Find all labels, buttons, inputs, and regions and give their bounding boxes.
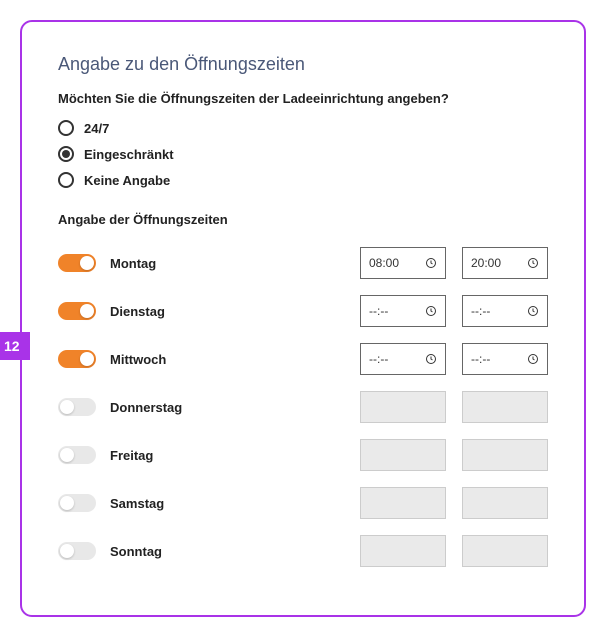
time-inputs: 08:00 20:00: [360, 247, 548, 279]
day-row: Montag 08:00 20:00: [58, 247, 548, 279]
hours-subheading: Angabe der Öffnungszeiten: [58, 212, 548, 227]
opening-hours-panel: 12 Angabe zu den Öffnungszeiten Möchten …: [20, 20, 586, 617]
time-input-to: [462, 487, 548, 519]
toggle-knob: [80, 352, 94, 366]
toggle-knob: [60, 496, 74, 510]
day-label: Samstag: [110, 496, 200, 511]
toggle-knob: [80, 256, 94, 270]
time-input-to[interactable]: --:--: [462, 295, 548, 327]
days-list: Montag08:0020:00Dienstag--:----:--Mittwo…: [58, 247, 548, 567]
time-input-to: [462, 535, 548, 567]
day-label: Mittwoch: [110, 352, 200, 367]
time-inputs: --:-- --:--: [360, 295, 548, 327]
time-input-from: [360, 439, 446, 471]
day-row: Samstag: [58, 487, 548, 519]
radio-icon: [58, 172, 74, 188]
time-input-to[interactable]: 20:00: [462, 247, 548, 279]
clock-icon: [425, 305, 437, 317]
radio-option-1[interactable]: Eingeschränkt: [58, 146, 548, 162]
toggle-knob: [80, 304, 94, 318]
radio-label: Eingeschränkt: [84, 147, 174, 162]
radio-label: 24/7: [84, 121, 109, 136]
radio-option-0[interactable]: 24/7: [58, 120, 548, 136]
radio-option-2[interactable]: Keine Angabe: [58, 172, 548, 188]
time-input-from: [360, 391, 446, 423]
day-label: Sonntag: [110, 544, 200, 559]
clock-icon: [425, 257, 437, 269]
day-toggle[interactable]: [58, 494, 96, 512]
day-row: Donnerstag: [58, 391, 548, 423]
clock-icon: [527, 353, 539, 365]
clock-icon: [527, 305, 539, 317]
day-toggle[interactable]: [58, 446, 96, 464]
time-inputs: [360, 439, 548, 471]
time-inputs: [360, 487, 548, 519]
time-input-to: [462, 391, 548, 423]
time-input-from[interactable]: 08:00: [360, 247, 446, 279]
day-toggle[interactable]: [58, 302, 96, 320]
time-value: --:--: [471, 352, 490, 366]
day-toggle[interactable]: [58, 398, 96, 416]
day-label: Freitag: [110, 448, 200, 463]
clock-icon: [527, 257, 539, 269]
toggle-knob: [60, 448, 74, 462]
radio-question: Möchten Sie die Öffnungszeiten der Ladee…: [58, 91, 548, 106]
toggle-knob: [60, 400, 74, 414]
day-row: Mittwoch --:-- --:--: [58, 343, 548, 375]
time-inputs: [360, 391, 548, 423]
time-value: --:--: [369, 304, 388, 318]
step-badge: 12: [0, 332, 30, 360]
time-input-to[interactable]: --:--: [462, 343, 548, 375]
time-input-to: [462, 439, 548, 471]
time-value: 20:00: [471, 256, 501, 270]
radio-label: Keine Angabe: [84, 173, 170, 188]
time-input-from: [360, 535, 446, 567]
time-input-from: [360, 487, 446, 519]
day-label: Donnerstag: [110, 400, 200, 415]
day-toggle[interactable]: [58, 350, 96, 368]
radio-icon: [58, 146, 74, 162]
time-value: 08:00: [369, 256, 399, 270]
day-label: Montag: [110, 256, 200, 271]
time-inputs: [360, 535, 548, 567]
radio-group: 24/7 Eingeschränkt Keine Angabe: [58, 120, 548, 188]
clock-icon: [425, 353, 437, 365]
radio-icon: [58, 120, 74, 136]
time-value: --:--: [471, 304, 490, 318]
time-input-from[interactable]: --:--: [360, 295, 446, 327]
day-toggle[interactable]: [58, 542, 96, 560]
panel-title: Angabe zu den Öffnungszeiten: [58, 54, 548, 75]
time-input-from[interactable]: --:--: [360, 343, 446, 375]
time-inputs: --:-- --:--: [360, 343, 548, 375]
day-row: Dienstag --:-- --:--: [58, 295, 548, 327]
time-value: --:--: [369, 352, 388, 366]
toggle-knob: [60, 544, 74, 558]
day-row: Freitag: [58, 439, 548, 471]
day-toggle[interactable]: [58, 254, 96, 272]
day-row: Sonntag: [58, 535, 548, 567]
day-label: Dienstag: [110, 304, 200, 319]
